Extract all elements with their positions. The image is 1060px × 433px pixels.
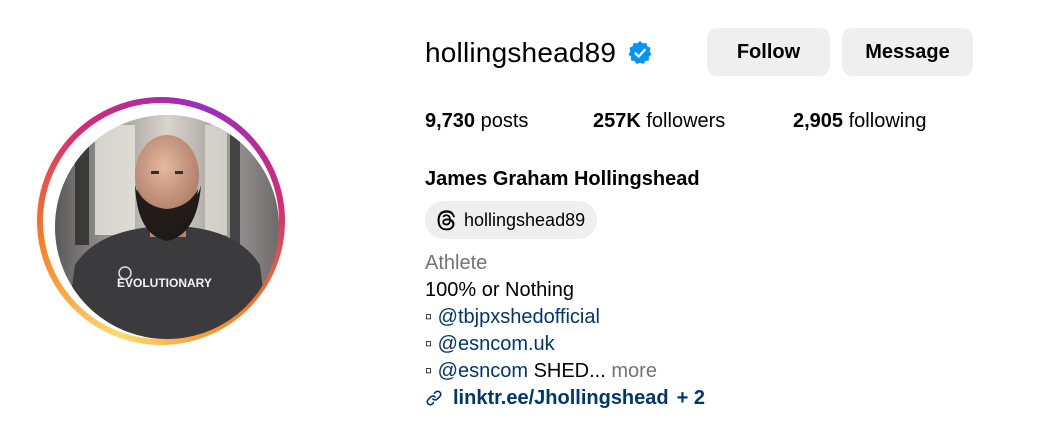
verified-badge-icon [627,40,653,66]
username-row: hollingshead89 [425,30,653,76]
link-icon [426,390,442,406]
following-label: following [848,110,927,132]
link-url: linktr.ee/Jhollingshead [453,386,669,409]
bio-line: ▫ @esncom SHED... more [425,358,657,385]
shirt-logo-text: EVOLUTIONARY [117,276,212,290]
bullet: ▫ [425,306,433,328]
bio-line: ▫ @esncom.uk [425,331,657,358]
following-stat[interactable]: 2,905 following [793,110,926,133]
threads-icon [437,210,456,231]
avatar-photo-image: EVOLUTIONARY [55,115,279,339]
message-button[interactable]: Message [842,28,973,76]
threads-handle: hollingshead89 [464,209,586,230]
avatar-ring-gap: EVOLUTIONARY [43,103,279,339]
follow-button[interactable]: Follow [707,28,830,76]
username: hollingshead89 [425,37,617,68]
link-extra-count: + 2 [676,386,705,409]
followers-label: followers [646,110,726,132]
mention-link[interactable]: @esncom [438,360,528,382]
bio-truncated-text: SHED... [533,360,606,382]
posts-stat: 9,730 posts [425,110,528,133]
bio: Athlete 100% or Nothing ▫ @tbjpxshedoffi… [425,250,657,385]
external-link[interactable]: linktr.ee/Jhollingshead + 2 [425,384,705,412]
category-label: Athlete [425,252,488,274]
bullet: ▫ [425,333,433,355]
full-name: James Graham Hollingshead [425,168,700,190]
bio-line: ▫ @tbjpxshedofficial [425,304,657,331]
posts-count: 9,730 [425,110,476,132]
profile-header: EVOLUTIONARY hollingshead89 Follow Messa… [0,0,1060,433]
more-button[interactable]: more [611,360,657,382]
posts-label: posts [480,110,529,132]
bullet: ▫ [425,360,433,382]
mention-link[interactable]: @esncom.uk [438,333,555,355]
followers-stat[interactable]: 257K followers [593,110,725,133]
profile-avatar-story-ring[interactable]: EVOLUTIONARY [37,97,285,345]
following-count: 2,905 [793,110,844,132]
threads-badge[interactable]: hollingshead89 [425,201,598,239]
followers-count: 257K [593,110,641,132]
mention-link[interactable]: @tbjpxshedofficial [438,306,600,328]
avatar: EVOLUTIONARY [55,115,279,339]
bio-line: 100% or Nothing [425,279,574,301]
